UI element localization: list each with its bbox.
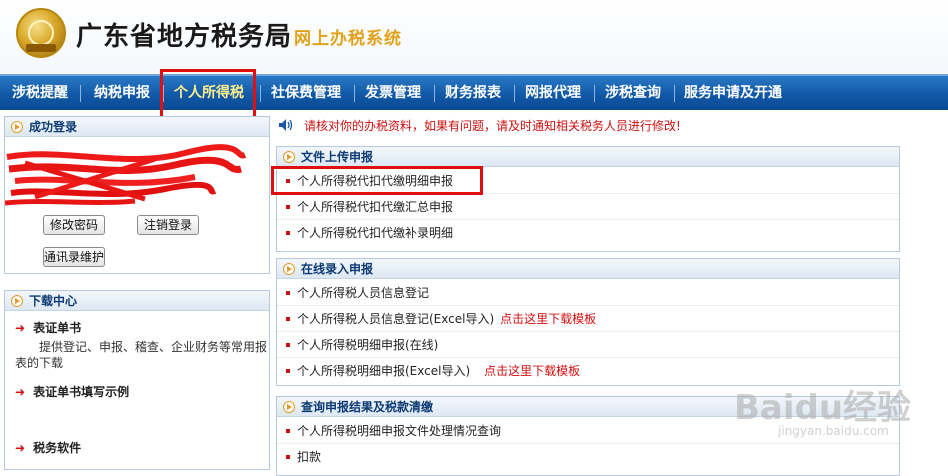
online-section-header: 在线录入申报 xyxy=(277,259,899,279)
logout-button[interactable]: 注销登录 xyxy=(137,215,199,235)
bullet-icon xyxy=(286,205,290,209)
baidu-watermark: Baidu经验 jingyan.baidu.com xyxy=(728,380,928,460)
download-item-form-examples[interactable]: ➜ 表证单书填写示例 xyxy=(15,383,129,400)
login-panel: 成功登录 修改密码 注销登录 通讯录维护 xyxy=(4,116,270,274)
online-section-title: 在线录入申报 xyxy=(301,262,374,276)
tax-bureau-emblem-icon xyxy=(16,8,66,58)
nav-item-invoice[interactable]: 发票管理 xyxy=(358,76,428,110)
arrow-circle-icon xyxy=(11,121,23,133)
watermark-brand: Baidu经验 xyxy=(734,388,912,428)
download-item-desc: 提供登记、申报、稽查、企业财务等常用报表的下载 xyxy=(15,340,268,370)
bullet-icon xyxy=(286,291,290,295)
download-template-link[interactable]: 点击这里下载模板 xyxy=(500,312,596,326)
site-title: 广东省地方税务局 xyxy=(76,22,293,52)
list-item[interactable]: 个人所得税代扣代缴汇总申报 xyxy=(277,194,899,220)
main-nav: 涉税提醒 纳税申报 个人所得税 社保费管理 发票管理 财务报表 网报代理 涉税查… xyxy=(0,74,948,110)
change-password-button[interactable]: 修改密码 xyxy=(43,215,105,235)
nav-item-tax-reminder[interactable]: 涉税提醒 xyxy=(4,76,76,110)
nav-item-financial-report[interactable]: 财务报表 xyxy=(438,76,508,110)
arrow-circle-icon xyxy=(11,295,23,307)
query-section-title: 查询申报结果及税款清缴 xyxy=(301,400,434,414)
nav-item-social-insurance[interactable]: 社保费管理 xyxy=(264,76,348,110)
download-panel-header: 下载中心 xyxy=(5,291,269,311)
arrow-circle-icon xyxy=(283,401,295,413)
right-arrow-icon: ➜ xyxy=(15,441,26,455)
list-item[interactable]: 个人所得税人员信息登记(Excel导入) 点击这里下载模板 xyxy=(277,306,899,332)
download-item-tax-software[interactable]: ➜ 税务软件 xyxy=(15,439,81,456)
nav-item-tax-query[interactable]: 涉税查询 xyxy=(598,76,668,110)
right-arrow-icon: ➜ xyxy=(15,321,26,335)
nav-item-filing-agent[interactable]: 网报代理 xyxy=(518,76,588,110)
arrow-circle-icon xyxy=(283,263,295,275)
annotation-highlight-box xyxy=(160,69,256,123)
download-center-panel: 下载中心 ➜ 表证单书 提供登记、申报、稽查、企业财务等常用报表的下载 ➜ 表证单书… xyxy=(4,290,270,470)
upload-filing-panel: 文件上传申报 个人所得税代扣代缴明细申报 个人所得税代扣代缴汇总申报 个人所得税… xyxy=(276,146,900,252)
redaction-scribble-icon xyxy=(5,144,247,206)
login-panel-title: 成功登录 xyxy=(29,120,78,134)
bullet-icon xyxy=(286,231,290,235)
watermark-url: jingyan.baidu.com xyxy=(778,424,889,438)
annotation-highlight-box xyxy=(271,166,483,195)
site-header: 广东省地方税务局 网上办税系统 xyxy=(0,0,948,74)
arrow-circle-icon xyxy=(283,151,295,163)
site-subtitle: 网上办税系统 xyxy=(294,29,402,49)
speaker-icon xyxy=(279,119,293,131)
contacts-maintenance-button[interactable]: 通讯录维护 xyxy=(43,247,105,267)
bullet-icon xyxy=(286,317,290,321)
login-panel-header: 成功登录 xyxy=(5,117,269,137)
list-item[interactable]: 个人所得税明细申报(在线) xyxy=(277,332,899,358)
bullet-icon xyxy=(286,343,290,347)
download-panel-title: 下载中心 xyxy=(29,294,78,308)
bullet-icon xyxy=(286,369,290,373)
list-item[interactable]: 个人所得税人员信息登记 xyxy=(277,280,899,306)
right-arrow-icon: ➜ xyxy=(15,385,26,399)
list-item[interactable]: 个人所得税代扣代缴补录明细 xyxy=(277,220,899,246)
nav-item-tax-filing[interactable]: 纳税申报 xyxy=(84,76,160,110)
notice-text: 请核对你的办税资料，如果有问题，请及时通知相关税务人员进行修改! xyxy=(304,119,681,133)
nav-item-service-application[interactable]: 服务申请及开通 xyxy=(678,76,788,110)
upload-section-header: 文件上传申报 xyxy=(277,147,899,167)
download-template-link[interactable]: 点击这里下载模板 xyxy=(484,364,580,378)
bullet-icon xyxy=(286,429,290,433)
download-item-forms[interactable]: ➜ 表证单书 xyxy=(15,319,81,336)
online-filing-panel: 在线录入申报 个人所得税人员信息登记 个人所得税人员信息登记(Excel导入) 点… xyxy=(276,258,900,386)
bullet-icon xyxy=(286,455,290,459)
upload-section-title: 文件上传申报 xyxy=(301,150,374,164)
